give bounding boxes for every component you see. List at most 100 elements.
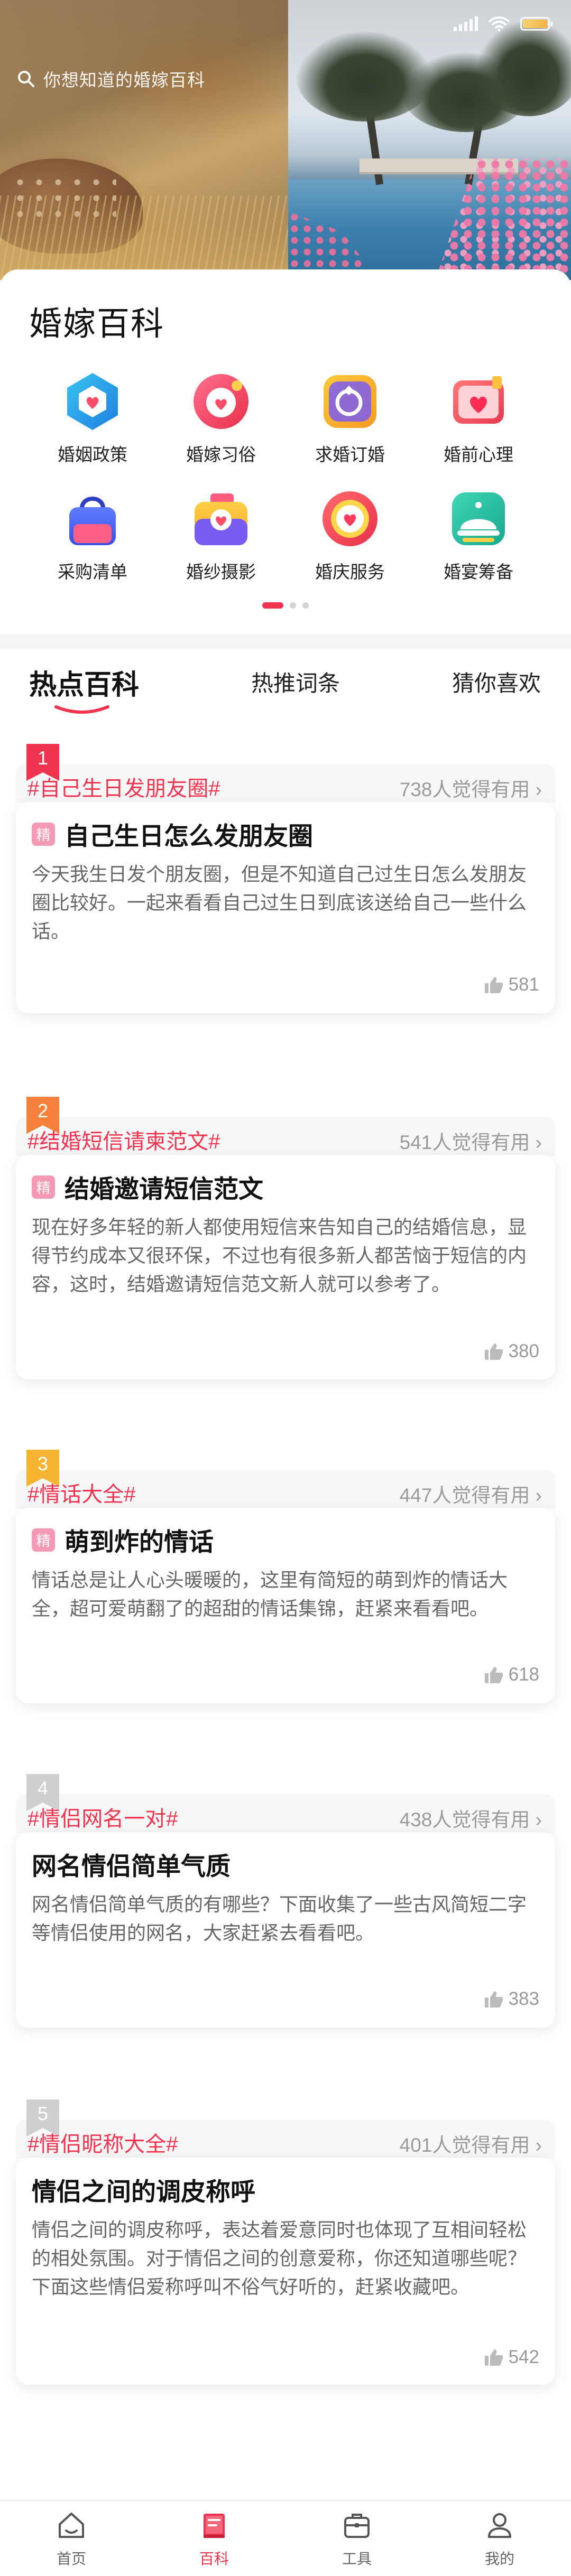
useful-count[interactable]: 738人觉得有用 › [400,773,542,802]
page: 你想知道的婚嫁百科 婚嫁百科 婚姻政策 婚嫁习俗 求婚订婚 婚前心理 采购清单 … [0,0,571,2576]
nav-label: 百科 [199,2551,229,2567]
featured-badge: 精 [32,822,55,846]
nav-label: 首页 [56,2551,86,2567]
category-item-marriage-policy[interactable]: 婚姻政策 [40,370,145,466]
category-label: 求婚订婚 [315,445,385,464]
nav-profile[interactable]: 我的 [428,2501,571,2576]
heart-location-icon [323,491,377,546]
category-item-banquet-prep[interactable]: 婚宴筹备 [426,487,531,583]
tab-hot-terms[interactable]: 热推词条 [251,666,340,698]
like-button[interactable]: 383 [484,1989,539,2010]
article-title: 精自己生日怎么发朋友圈 [32,816,313,852]
search-icon [18,71,34,87]
article-list: 1 #自己生日发朋友圈# 738人觉得有用 › 精自己生日怎么发朋友圈 今天我生… [0,723,571,2500]
category-title: 婚嫁百科 [29,306,165,342]
category-label: 婚宴筹备 [444,562,513,582]
like-button[interactable]: 581 [484,974,539,995]
article-summary: 情侣之间的调皮称呼，表达着爱意同时也体现了互相间轻松的相处氛围。对于情侣之间的创… [32,2219,527,2298]
category-label: 婚嫁习俗 [186,445,256,464]
article-summary: 现在好多年轻的新人都使用短信来告知自己的结婚信息，显得节约成本又很环保，不过也有… [32,1216,527,1295]
featured-badge: 精 [32,1528,55,1552]
like-button[interactable]: 542 [484,2347,539,2368]
article-title: 精萌到炸的情话 [32,1522,214,1558]
featured-badge: 精 [32,1175,55,1199]
article-card[interactable]: 精萌到炸的情话 情话总是让人心头暖暖的，这里有简短的萌到炸的情话大全，超可爱萌翻… [16,1508,555,1703]
rank-number: 2 [37,1100,49,1122]
pager-dot[interactable] [290,602,296,609]
category-label: 采购清单 [58,562,127,582]
pager-dot-active[interactable] [262,602,283,609]
toolbox-icon [344,2514,370,2538]
tab-hot-encyclopedia[interactable]: 热点百科 [29,662,139,702]
tab-guess-you-like[interactable]: 猜你喜欢 [452,666,541,698]
rank-number: 4 [37,1777,49,1799]
rank-number: 3 [37,1453,49,1474]
useful-count[interactable]: 438人觉得有用 › [400,1804,542,1832]
category-item-proposal[interactable]: 求婚订婚 [297,370,403,466]
article-card[interactable]: 精自己生日怎么发朋友圈 今天我生日发个朋友圈，但是不知道自己过生日怎么发朋友圈比… [16,802,555,1013]
topic-tag[interactable]: #情侣昵称大全# [27,2127,178,2158]
useful-count[interactable]: 447人觉得有用 › [400,1479,542,1508]
thumbs-up-icon [484,977,503,993]
category-item-wedding-photography[interactable]: 婚纱摄影 [168,487,274,583]
category-item-premarital-psychology[interactable]: 婚前心理 [426,370,531,466]
nav-label: 工具 [342,2551,372,2567]
nav-encyclopedia[interactable]: 百科 [143,2501,286,2576]
article-summary: 情话总是让人心头暖暖的，这里有简短的萌到炸的情话大全，超可爱萌翻了的超甜的情话集… [32,1569,508,1619]
useful-count[interactable]: 401人觉得有用 › [400,2129,542,2158]
category-item-wedding-custom[interactable]: 婚嫁习俗 [168,370,274,466]
article-summary: 今天我生日发个朋友圈，但是不知道自己过生日怎么发朋友圈比较好。一起来看看自己过生… [32,863,527,942]
topic-tag[interactable]: #情话大全# [27,1477,136,1508]
book-icon [204,2514,225,2538]
category-label: 婚姻政策 [58,445,127,464]
content-tabs: 热点百科 热推词条 猜你喜欢 [0,649,571,723]
topic-tag[interactable]: #情侣网名一对# [27,1802,178,1832]
nav-home[interactable]: 首页 [0,2501,143,2576]
bottom-nav: 首页 百科 工具 我的 [0,2500,571,2576]
heart-tv-icon [453,376,504,424]
shopping-bag-icon [69,497,116,545]
pager-dot[interactable] [302,602,309,609]
category-pager [0,602,571,609]
topic-tag[interactable]: #自己生日发朋友圈# [27,771,220,802]
like-button[interactable]: 380 [484,1341,539,1362]
category-item-shopping-list[interactable]: 采购清单 [40,487,145,583]
category-label: 婚庆服务 [315,562,385,582]
marriage-policy-icon [67,373,118,430]
rank-number: 5 [37,2103,49,2124]
thumbs-up-icon [484,1343,503,1360]
like-button[interactable]: 618 [484,1664,539,1685]
thumbs-up-icon [484,1991,503,2008]
signal-icon [454,16,478,31]
search-placeholder: 你想知道的婚嫁百科 [43,70,205,90]
thumbs-up-icon [484,2349,503,2366]
nav-label: 我的 [484,2551,514,2567]
category-label: 婚纱摄影 [186,562,256,582]
wedding-custom-icon [194,374,248,429]
battery-icon [520,17,552,31]
search-input[interactable]: 你想知道的婚嫁百科 [17,62,292,95]
hero-banner[interactable]: 你想知道的婚嫁百科 [0,0,571,280]
nav-tools[interactable]: 工具 [286,2501,428,2576]
topic-tag[interactable]: #结婚短信请柬范文# [27,1124,220,1155]
thumbs-up-icon [484,1667,503,1683]
category-card: 婚嫁百科 婚姻政策 婚嫁习俗 求婚订婚 婚前心理 采购清单 婚纱摄影 婚庆服务 … [0,269,571,634]
category-label: 婚前心理 [444,445,513,464]
wifi-icon [489,16,510,32]
rank-number: 1 [37,747,49,769]
article-title: 精结婚邀请短信范文 [32,1169,263,1205]
food-cloche-icon [452,492,505,545]
user-icon [488,2513,511,2538]
article-card[interactable]: 网名情侣简单气质 网名情侣简单气质的有哪些？下面收集了一些古风简短二字等情侣使用… [16,1832,555,2028]
useful-count[interactable]: 541人觉得有用 › [400,1126,542,1155]
camera-icon [195,493,247,545]
tab-active-indicator [54,705,109,714]
article-card[interactable]: 精结婚邀请短信范文 现在好多年轻的新人都使用短信来告知自己的结婚信息，显得节约成… [16,1155,555,1379]
status-bar [454,16,552,32]
article-title: 情侣之间的调皮称呼 [32,2178,255,2206]
category-item-wedding-service[interactable]: 婚庆服务 [297,487,403,583]
article-summary: 网名情侣简单气质的有哪些？下面收集了一些古风简短二字等情侣使用的网名，大家赶紧去… [32,1893,527,1944]
article-card[interactable]: 情侣之间的调皮称呼 情侣之间的调皮称呼，表达着爱意同时也体现了互相间轻松的相处氛… [16,2158,555,2385]
proposal-ring-icon [324,375,376,428]
article-title: 网名情侣简单气质 [32,1852,231,1880]
